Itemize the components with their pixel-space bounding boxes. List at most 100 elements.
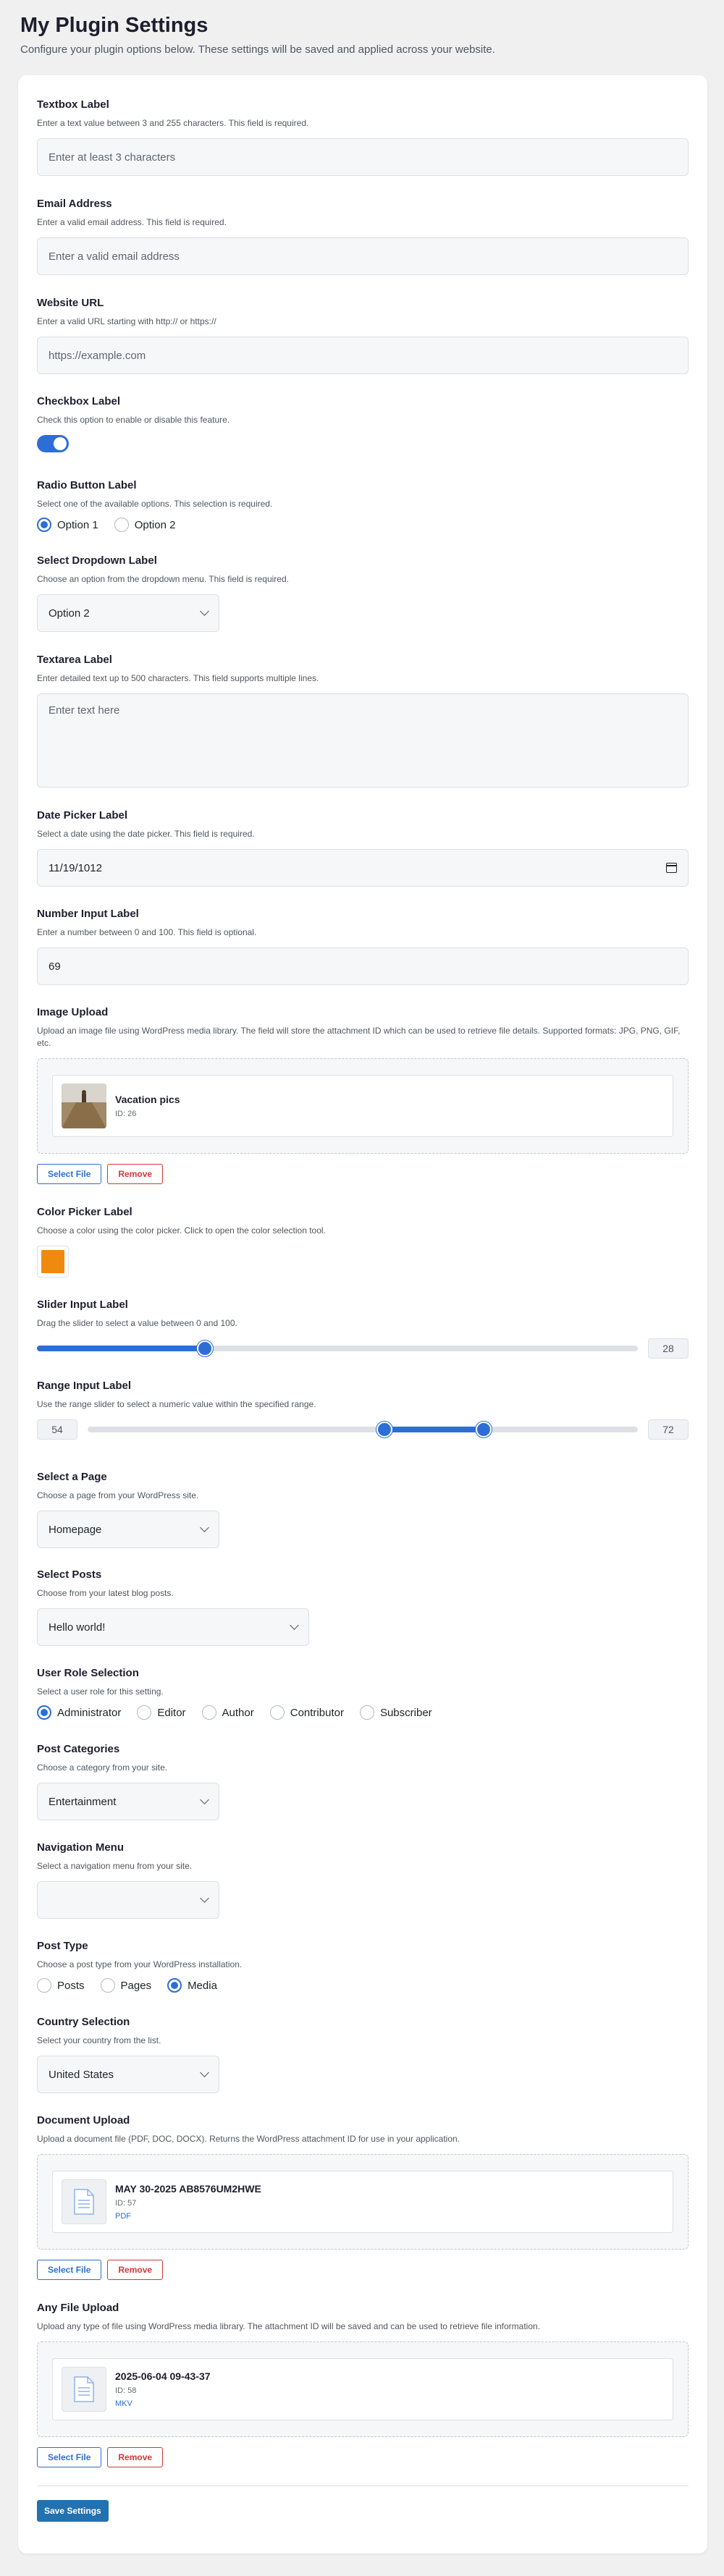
any-file-card: 2025-06-04 09-43-37 ID: 58 MKV: [52, 2358, 673, 2420]
document-upload-field: Document Upload Upload a document file (…: [37, 2114, 689, 2280]
file-extension: PDF: [115, 2212, 131, 2221]
any-file-dropzone[interactable]: 2025-06-04 09-43-37 ID: 58 MKV: [37, 2341, 689, 2437]
role-option-author[interactable]: Author: [201, 1705, 254, 1720]
radio-circle: [201, 1705, 216, 1720]
radio-option-2[interactable]: Option 2: [114, 518, 176, 532]
any-file-upload-field: Any File Upload Upload any type of file …: [37, 2302, 689, 2467]
radio-circle: [167, 1978, 182, 1993]
email-input[interactable]: Enter a valid email address: [37, 237, 689, 275]
field-description: Choose a color using the color picker. C…: [37, 1225, 326, 1236]
slider-handle[interactable]: [197, 1340, 214, 1356]
textarea-field: Textarea Label Enter detailed text up to…: [37, 654, 689, 787]
radio-circle: [37, 518, 51, 532]
field-description: Enter a valid email address. This field …: [37, 217, 227, 227]
field-label: Number Input Label: [37, 908, 139, 920]
radio-label: Posts: [57, 1979, 85, 1992]
role-option-subscriber[interactable]: Subscriber: [359, 1705, 432, 1720]
file-id: ID: 26: [115, 1110, 137, 1118]
remove-file-button[interactable]: Remove: [107, 2447, 164, 2467]
range-low-handle[interactable]: [376, 1422, 393, 1437]
feature-toggle[interactable]: [37, 435, 69, 452]
role-option-contributor[interactable]: Contributor: [269, 1705, 344, 1720]
page-title: My Plugin Settings: [20, 14, 209, 37]
role-option-administrator[interactable]: Administrator: [37, 1705, 121, 1720]
calendar-icon[interactable]: [666, 863, 677, 873]
role-option-editor[interactable]: Editor: [137, 1705, 186, 1720]
page-select[interactable]: Homepage: [37, 1511, 219, 1548]
document-buttons: Select File Remove: [37, 2260, 689, 2280]
field-label: Radio Button Label: [37, 479, 137, 491]
field-description: Enter a valid URL starting with http:// …: [37, 316, 216, 326]
radio-label: Administrator: [57, 1706, 122, 1719]
textarea-input[interactable]: Enter text here: [37, 693, 689, 787]
document-file-info: MAY 30-2025 AB8576UM2HWE ID: 57 PDF: [115, 2183, 261, 2221]
file-name: 2025-06-04 09-43-37: [115, 2370, 211, 2382]
post-type-option-pages[interactable]: Pages: [100, 1978, 152, 1993]
radio-label: Pages: [120, 1979, 152, 1992]
radio-label: Author: [222, 1706, 254, 1719]
field-label: Navigation Menu: [37, 1841, 125, 1854]
radio-circle: [37, 1978, 51, 1993]
category-select[interactable]: Entertainment: [37, 1783, 219, 1820]
field-label: Range Input Label: [37, 1380, 132, 1392]
radio-circle: [37, 1705, 51, 1720]
select-file-button[interactable]: Select File: [37, 2447, 102, 2467]
radio-circle: [114, 518, 129, 532]
country-select[interactable]: United States: [37, 2056, 219, 2093]
radio-label: Media: [188, 1979, 217, 1992]
post-type-option-posts[interactable]: Posts: [37, 1978, 85, 1993]
range-track[interactable]: [88, 1422, 638, 1437]
field-description: Select a date using the date picker. Thi…: [37, 829, 255, 839]
number-field: Number Input Label Enter a number betwee…: [37, 908, 689, 985]
posts-select[interactable]: Hello world!: [37, 1608, 309, 1646]
select-value: Homepage: [49, 1523, 102, 1536]
select-file-button[interactable]: Select File: [37, 1164, 102, 1184]
field-description: Upload a document file (PDF, DOC, DOCX).…: [37, 2134, 460, 2144]
radio-label: Option 2: [134, 518, 176, 531]
image-file-info: Vacation pics ID: 26: [115, 1094, 180, 1118]
field-label: Post Categories: [37, 1743, 120, 1755]
number-input[interactable]: 69: [37, 947, 689, 985]
image-thumbnail: [62, 1084, 106, 1128]
document-dropzone[interactable]: MAY 30-2025 AB8576UM2HWE ID: 57 PDF: [37, 2154, 689, 2250]
any-file-buttons: Select File Remove: [37, 2447, 689, 2467]
select-file-button[interactable]: Select File: [37, 2260, 102, 2280]
post-type-radio-group: Posts Pages Media: [37, 1978, 689, 1993]
range-high-handle[interactable]: [476, 1422, 492, 1437]
radio-option-1[interactable]: Option 1: [37, 518, 98, 532]
posts-select-field: Select Posts Choose from your latest blo…: [37, 1568, 689, 1646]
field-description: Enter a number between 0 and 100. This f…: [37, 927, 257, 937]
textbox-input[interactable]: Enter at least 3 characters: [37, 138, 689, 176]
field-description: Choose a post type from your WordPress i…: [37, 1959, 243, 1969]
dropdown-select[interactable]: Option 2: [37, 594, 219, 632]
textbox-field: Textbox Label Enter a text value between…: [37, 98, 689, 176]
field-label: Document Upload: [37, 2114, 130, 2127]
document-icon: [62, 2179, 106, 2224]
file-name: Vacation pics: [115, 1094, 180, 1105]
select-value: Hello world!: [49, 1621, 106, 1634]
field-label: Select Dropdown Label: [37, 554, 157, 567]
color-preview: [41, 1250, 64, 1273]
field-description: Choose a page from your WordPress site.: [37, 1490, 199, 1500]
color-swatch[interactable]: [37, 1246, 69, 1278]
slider-row: 28: [37, 1338, 689, 1359]
remove-file-button[interactable]: Remove: [107, 2260, 164, 2280]
role-radio-group: Administrator Editor Author Contributor …: [37, 1705, 689, 1720]
remove-file-button[interactable]: Remove: [107, 1164, 164, 1184]
image-dropzone[interactable]: Vacation pics ID: 26: [37, 1058, 689, 1154]
document-file-card: MAY 30-2025 AB8576UM2HWE ID: 57 PDF: [52, 2171, 673, 2233]
field-label: Email Address: [37, 198, 112, 210]
menu-select[interactable]: [37, 1881, 219, 1919]
date-input[interactable]: 11/19/1012: [37, 849, 689, 887]
field-description: Check this option to enable or disable t…: [37, 415, 230, 425]
post-type-option-media[interactable]: Media: [167, 1978, 217, 1993]
url-input[interactable]: https://example.com: [37, 337, 689, 374]
document-icon: [62, 2367, 106, 2412]
slider-fill: [37, 1346, 206, 1351]
field-label: Country Selection: [37, 2016, 130, 2028]
field-label: Textarea Label: [37, 654, 112, 666]
radio-circle: [100, 1978, 115, 1993]
slider-track[interactable]: [37, 1340, 638, 1356]
save-settings-button[interactable]: Save Settings: [37, 2500, 109, 2522]
range-field: Range Input Label Use the range slider t…: [37, 1380, 689, 1440]
